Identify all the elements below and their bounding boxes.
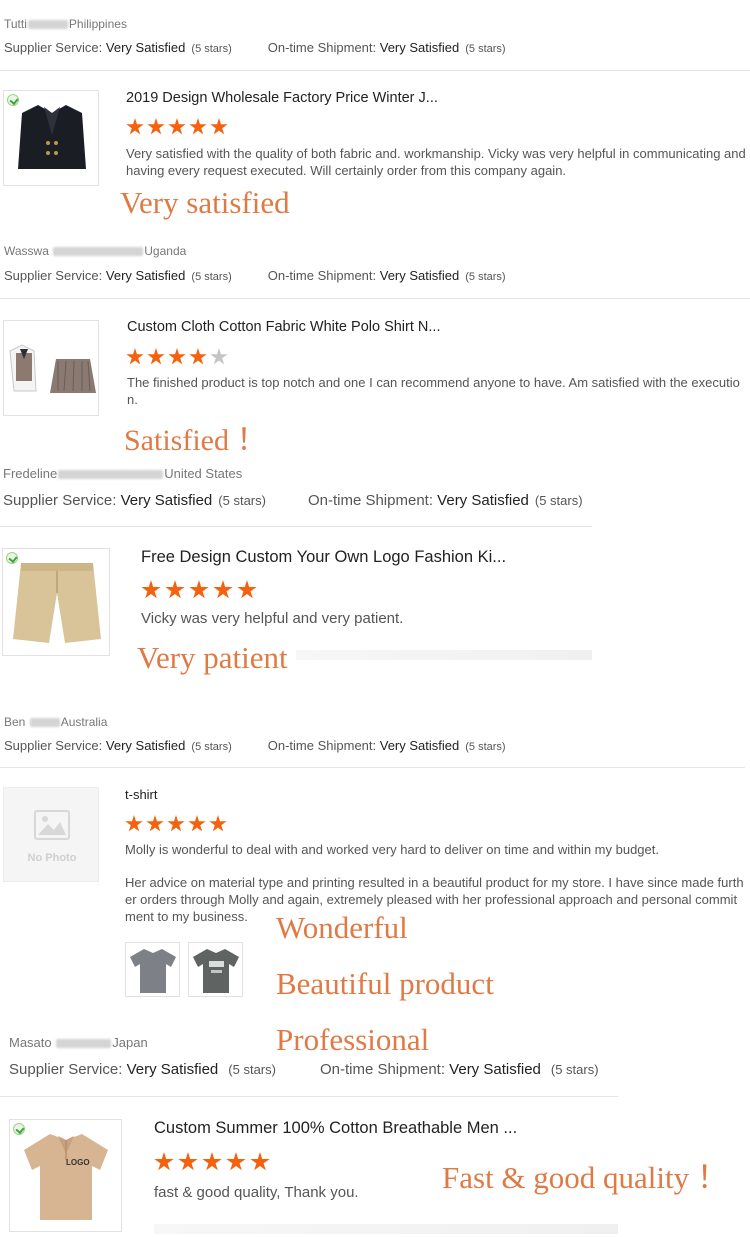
star-icon	[154, 1152, 174, 1171]
star-icon	[168, 118, 186, 135]
product-thumbnail[interactable]	[2, 548, 110, 656]
reviewer-name: Tutti Philippines	[4, 17, 127, 31]
no-photo-label: No Photo	[27, 852, 77, 864]
annotation-note: Fast & good quality ！	[442, 1160, 728, 1195]
star-icon	[165, 580, 185, 599]
product-thumbnail[interactable]: No Photo	[3, 787, 99, 882]
product-title-link[interactable]: Custom Summer 100% Cotton Breathable Men…	[154, 1119, 517, 1138]
star-icon	[147, 118, 165, 135]
reviewer-name: Masato Japan	[9, 1035, 148, 1050]
product-thumbnail[interactable]: LOGO	[9, 1119, 122, 1232]
divider	[0, 767, 745, 768]
star-rating	[141, 580, 257, 600]
product-thumbnail[interactable]	[3, 320, 99, 416]
rating-line: Supplier Service: Very Satisfied (5 stars…	[4, 268, 506, 283]
rating-line: Supplier Service: Very Satisfied (5 stars…	[9, 1061, 599, 1078]
star-icon	[189, 580, 209, 599]
product-title-link[interactable]: t-shirt	[125, 787, 158, 802]
shorts-icon	[13, 563, 101, 643]
divider	[0, 526, 592, 527]
review-text: Very satisfied with the quality of both …	[126, 146, 746, 178]
annotation-note: Professional	[276, 1022, 430, 1057]
star-rating	[125, 815, 227, 833]
product-title-link[interactable]: Free Design Custom Your Own Logo Fashion…	[141, 548, 506, 567]
star-icon	[178, 1152, 198, 1171]
star-icon	[209, 815, 227, 832]
star-icon	[141, 580, 161, 599]
redacted-name	[58, 470, 164, 480]
star-empty-icon	[210, 348, 228, 365]
reviewer-name: Wasswa Uganda	[4, 244, 187, 258]
review-text: Vicky was very helpful and very patient.	[141, 610, 404, 627]
review-text: Her advice on material type and printing…	[125, 875, 744, 924]
annotation-note: Very patient	[137, 640, 288, 675]
star-icon	[189, 348, 207, 365]
rating-line: Supplier Service: Very Satisfied (5 stars…	[4, 40, 506, 55]
star-icon	[147, 348, 165, 365]
tshirt-print-icon	[193, 949, 239, 993]
redacted-name	[56, 1039, 112, 1049]
reviewer-name: Ben Australia	[4, 715, 108, 729]
divider	[154, 1224, 618, 1234]
review-text: The finished product is top notch and on…	[127, 375, 740, 407]
uniform-set-icon	[9, 344, 96, 393]
star-icon	[237, 580, 257, 599]
logo-mark: LOGO	[66, 1158, 90, 1167]
product-thumbnail[interactable]	[3, 90, 99, 186]
annotation-note: Very satisfied	[120, 185, 290, 220]
star-icon	[213, 580, 233, 599]
rating-line: Supplier Service: Very Satisfied (5 stars…	[4, 738, 506, 753]
annotation-note: Beautiful product	[276, 966, 494, 1001]
divider	[0, 70, 750, 71]
star-icon	[126, 118, 144, 135]
star-icon	[168, 348, 186, 365]
verified-badge-icon	[13, 1123, 25, 1135]
review-text: Molly is wonderful to deal with and work…	[125, 842, 659, 857]
reviewer-name: Fredeline United States	[3, 466, 243, 481]
product-title-link[interactable]: Custom Cloth Cotton Fabric White Polo Sh…	[127, 319, 440, 335]
polo-shirt-icon	[24, 1134, 108, 1220]
annotation-note: Wonderful	[276, 910, 408, 945]
review-photo[interactable]	[125, 942, 180, 997]
star-icon	[226, 1152, 246, 1171]
star-rating	[126, 348, 228, 366]
redacted-name	[29, 718, 60, 728]
blazer-icon	[18, 105, 86, 169]
star-icon	[202, 1152, 222, 1171]
star-rating	[126, 118, 228, 136]
star-icon	[146, 815, 164, 832]
product-title-link[interactable]: 2019 Design Wholesale Factory Price Wint…	[126, 90, 438, 106]
redacted-name	[53, 247, 144, 257]
divider	[0, 1096, 618, 1097]
redacted-name	[27, 20, 68, 30]
divider	[296, 650, 592, 660]
rating-line: Supplier Service: Very Satisfied (5 stars…	[3, 492, 583, 509]
star-icon	[125, 815, 143, 832]
star-icon	[167, 815, 185, 832]
annotation-note: Satisfied ！	[124, 424, 267, 457]
star-icon	[126, 348, 144, 365]
verified-badge-icon	[7, 94, 19, 106]
star-icon	[210, 118, 228, 135]
verified-badge-icon	[6, 552, 18, 564]
star-icon	[250, 1152, 270, 1171]
review-photo[interactable]	[188, 942, 243, 997]
star-rating	[154, 1152, 270, 1172]
tshirt-icon	[130, 949, 176, 993]
star-icon	[189, 118, 207, 135]
star-icon	[188, 815, 206, 832]
divider	[0, 298, 750, 299]
